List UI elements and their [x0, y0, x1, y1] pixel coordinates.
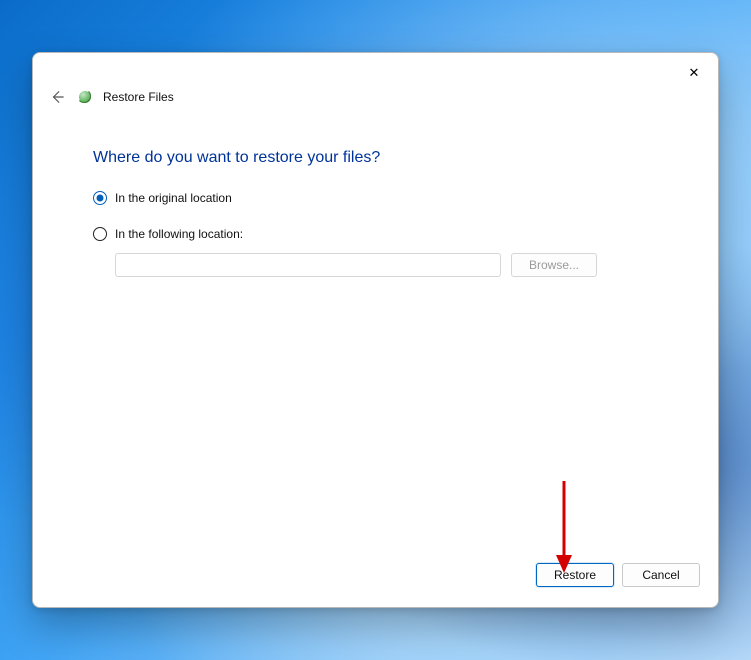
dialog-content: Where do you want to restore your files?… [33, 113, 718, 557]
radio-custom-location[interactable]: In the following location: [93, 227, 243, 241]
radio-custom-label: In the following location: [115, 227, 243, 241]
cancel-button[interactable]: Cancel [622, 563, 700, 587]
custom-location-row: Browse... [115, 253, 658, 277]
dialog-footer: Restore Cancel [33, 557, 718, 607]
dialog-header: Restore Files [33, 87, 718, 113]
restore-files-icon [77, 89, 93, 105]
browse-button[interactable]: Browse... [511, 253, 597, 277]
radio-original-label: In the original location [115, 191, 232, 205]
titlebar: ✕ [33, 53, 718, 87]
close-button[interactable]: ✕ [672, 57, 716, 87]
dialog-title: Restore Files [103, 90, 174, 104]
restore-button[interactable]: Restore [536, 563, 614, 587]
arrow-left-icon [50, 90, 64, 104]
location-path-input[interactable] [115, 253, 501, 277]
radio-icon [93, 191, 107, 205]
radio-icon [93, 227, 107, 241]
radio-original-location[interactable]: In the original location [93, 191, 232, 205]
desktop-wallpaper: ✕ Restore Files Where do you want to res… [0, 0, 751, 660]
back-button[interactable] [47, 87, 67, 107]
close-icon: ✕ [689, 66, 700, 79]
content-heading: Where do you want to restore your files? [93, 149, 658, 167]
restore-files-dialog: ✕ Restore Files Where do you want to res… [32, 52, 719, 608]
